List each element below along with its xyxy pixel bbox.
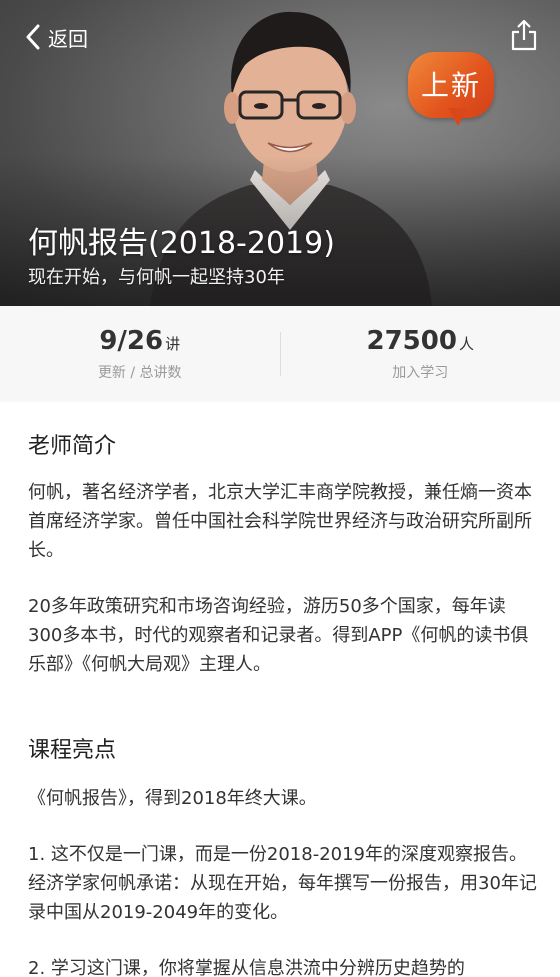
stat-updates: 9/26 讲 更新 / 总讲数 bbox=[0, 326, 280, 382]
stat-learners-value: 27500 bbox=[366, 326, 457, 356]
stat-updates-value: 9/26 bbox=[99, 326, 164, 356]
teacher-section-title: 老师简介 bbox=[28, 434, 117, 459]
course-stats: 9/26 讲 更新 / 总讲数 27500 人 加入学习 bbox=[0, 306, 560, 402]
course-title: 何帆报告(2018-2019) bbox=[28, 226, 335, 261]
back-button[interactable]: 返回 bbox=[24, 20, 88, 54]
highlights-point-2: 2. 学习这门课，你将掌握从信息洪流中分辨历史趋势的 bbox=[28, 958, 465, 977]
teacher-experience-paragraph: 20多年政策研究和市场咨询经验，游历50多个国家，每年读300多本书，时代的观察… bbox=[28, 596, 529, 675]
stat-learners-unit: 人 bbox=[458, 335, 474, 353]
stat-updates-label: 更新 / 总讲数 bbox=[97, 365, 182, 381]
new-badge-label: 上新 bbox=[420, 69, 481, 102]
highlights-intro: 《何帆报告》，得到2018年终大课。 bbox=[28, 788, 317, 809]
highlights-section-title: 课程亮点 bbox=[28, 738, 117, 763]
share-icon[interactable] bbox=[510, 18, 538, 52]
teacher-bio-paragraph: 何帆，著名经济学者，北京大学汇丰商学院教授，兼任熵一资本首席经济学家。曾任中国社… bbox=[28, 482, 532, 561]
chevron-left-icon bbox=[26, 24, 40, 50]
course-subtitle: 现在开始，与何帆一起坚持30年 bbox=[28, 267, 285, 288]
stat-learners: 27500 人 加入学习 bbox=[281, 326, 560, 382]
stat-learners-label: 加入学习 bbox=[392, 365, 449, 381]
stat-updates-unit: 讲 bbox=[165, 335, 181, 353]
highlights-point-1: 1. 这不仅是一门课，而是一份2018-2019年的深度观察报告。经济学家何帆承… bbox=[28, 844, 537, 923]
course-hero: 返回 上新 何帆报告(2018-2019) 现在开始，与何帆一起坚持30年 bbox=[0, 0, 560, 306]
back-label: 返回 bbox=[48, 26, 88, 51]
new-badge: 上新 bbox=[408, 52, 498, 130]
